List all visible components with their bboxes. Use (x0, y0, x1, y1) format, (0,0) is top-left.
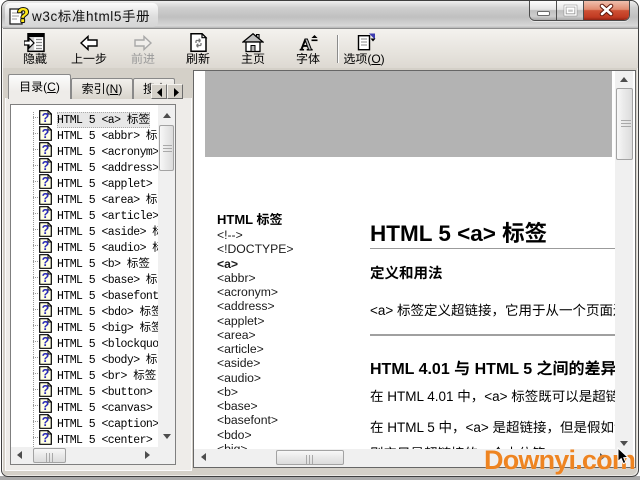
svg-text:?: ? (17, 5, 29, 27)
svg-text:A: A (300, 35, 313, 53)
svg-text:?: ? (42, 399, 49, 413)
svg-text:?: ? (42, 175, 49, 189)
svg-text:?: ? (42, 271, 49, 285)
svg-text:?: ? (42, 335, 49, 349)
svg-text:?: ? (42, 239, 49, 253)
svg-text:?: ? (42, 319, 49, 333)
svg-text:?: ? (42, 351, 49, 365)
svg-text:?: ? (42, 111, 49, 125)
svg-text:?: ? (42, 255, 49, 269)
svg-text:?: ? (42, 223, 49, 237)
svg-text:?: ? (42, 303, 49, 317)
svg-text:?: ? (42, 191, 49, 205)
svg-text:?: ? (42, 287, 49, 301)
svg-text:?: ? (42, 383, 49, 397)
svg-text:?: ? (42, 207, 49, 221)
svg-text:?: ? (42, 415, 49, 429)
svg-text:?: ? (42, 127, 49, 141)
svg-text:?: ? (42, 159, 49, 173)
svg-text:?: ? (42, 367, 49, 381)
svg-text:?: ? (42, 431, 49, 445)
svg-text:?: ? (42, 143, 49, 157)
